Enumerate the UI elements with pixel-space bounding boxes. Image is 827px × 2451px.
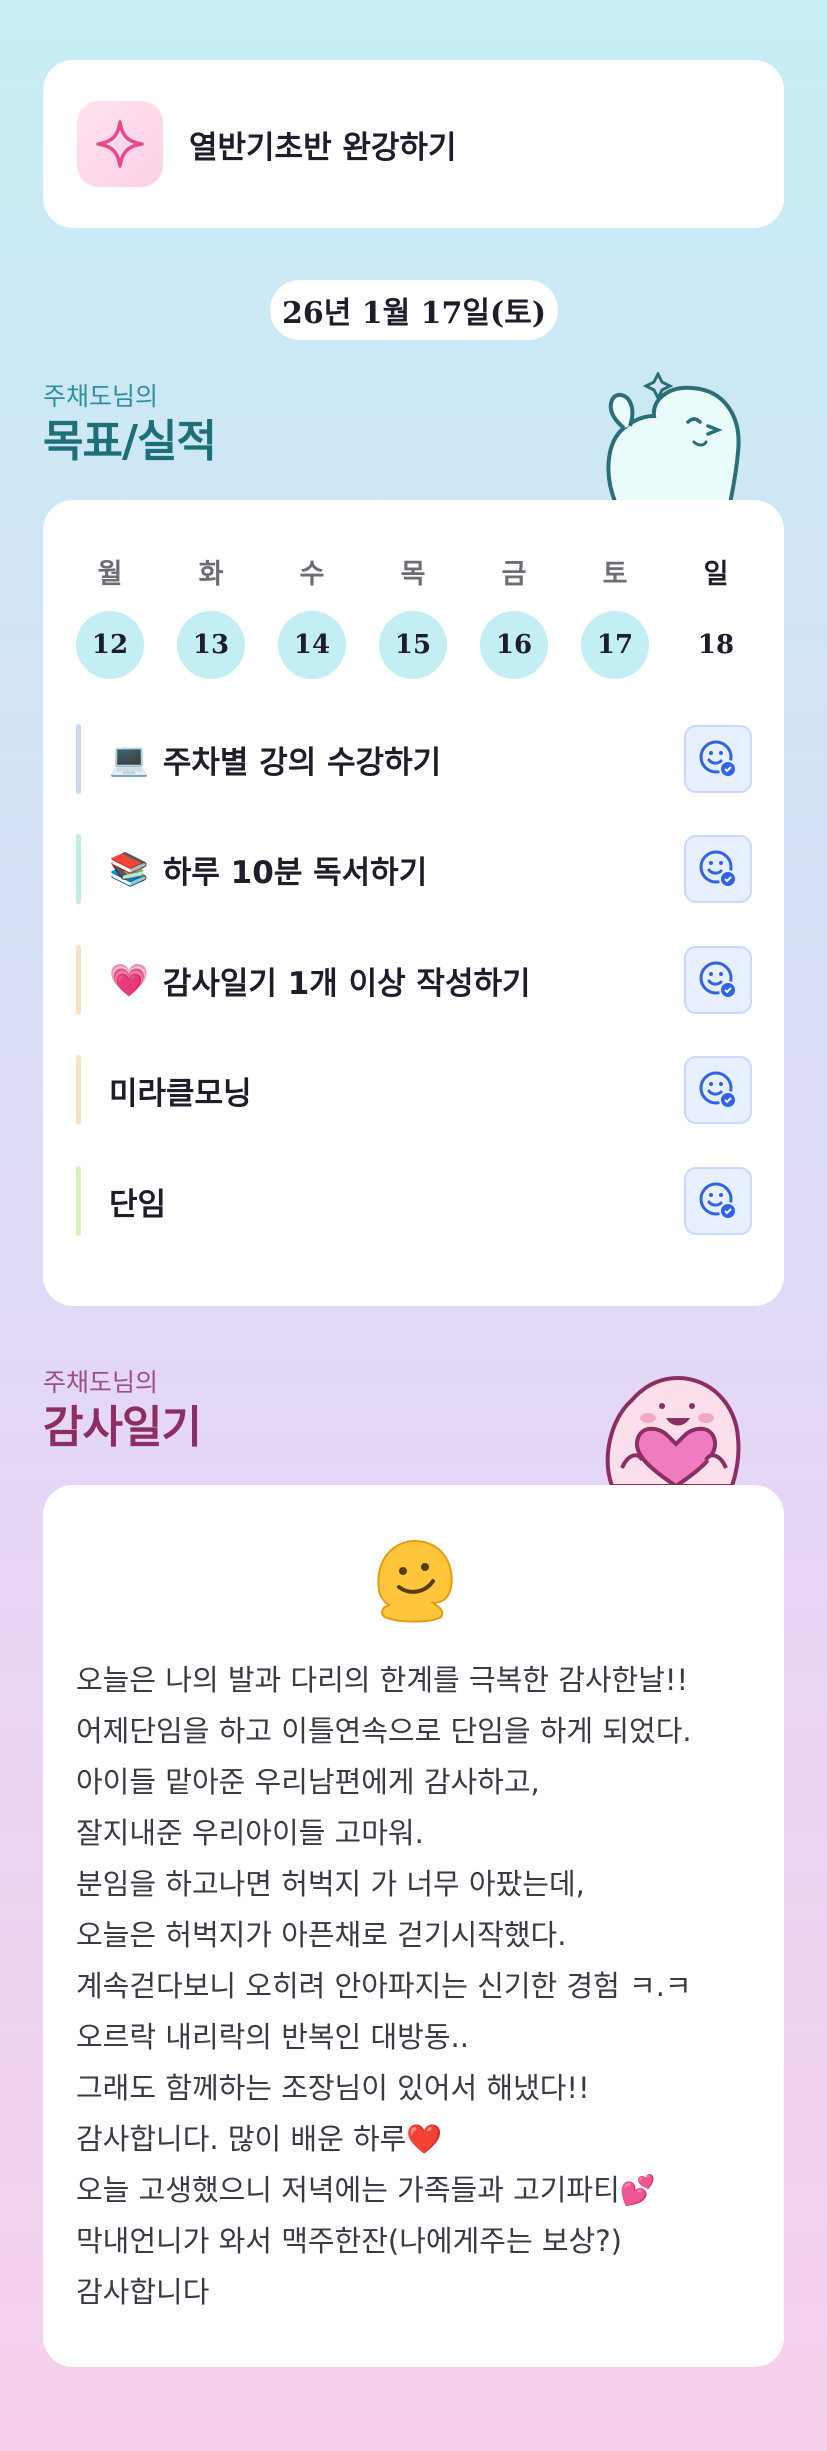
goal-bar: [76, 724, 81, 794]
weekday-label: 화: [198, 559, 224, 590]
goal-card: 열반기초반 완강하기: [43, 60, 784, 228]
gratitude-section-title: 감사일기: [43, 1402, 202, 1453]
goal-emoji: 💗: [109, 961, 149, 999]
weekday-label: 금: [501, 559, 527, 590]
date-circle[interactable]: 15: [379, 611, 447, 679]
sparkle-icon: [77, 101, 163, 187]
goal-text: 감사일기 1개 이상 작성하기: [162, 965, 531, 1002]
weekday-label: 목: [400, 559, 426, 590]
goal-text: 주차별 강의 수강하기: [162, 744, 442, 781]
goal-title: 열반기초반 완강하기: [189, 129, 457, 166]
gratitude-line: 잘지내준 우리아이들 고마워.: [76, 1816, 424, 1850]
goals-section-title: 목표/실적: [43, 416, 217, 467]
gratitude-line: 감사합니다: [76, 2275, 210, 2309]
goal-row: 미라클모닝: [76, 1055, 752, 1125]
goal-text: 하루 10분 독서하기: [162, 854, 428, 891]
goal-check-button[interactable]: [684, 1056, 752, 1124]
goal-label: 💻 주차별 강의 수강하기: [109, 724, 441, 794]
gratitude-line: 그래도 함께하는 조장님이 있어서 해냈다!!: [76, 2071, 590, 2105]
goal-bar: [76, 834, 81, 904]
mascot-pink-heart-icon: [605, 1375, 741, 1486]
gratitude-line: 계속걷다보니 오히려 안아파지는 신기한 경험 ㅋ.ㅋ: [76, 1969, 692, 2003]
gratitude-line: 오늘은 허벅지가 아픈채로 걷기시작했다.: [76, 1918, 567, 1952]
goal-emoji: 💻: [109, 740, 149, 778]
weekday-label: 일: [703, 559, 729, 590]
goal-check-button[interactable]: [684, 946, 752, 1014]
goal-emoji: 📚: [109, 850, 149, 888]
gratitude-line: 오르락 내리락의 반복인 대방동..: [76, 2020, 469, 2054]
gratitude-card: 오늘은 나의 발과 다리의 한계를 극복한 감사한날!! 어제단임을 하고 이틀…: [43, 1485, 784, 2367]
smile-badge-icon: [699, 850, 737, 888]
goal-check-button[interactable]: [684, 1167, 752, 1235]
gratitude-text: 오늘은 나의 발과 다리의 한계를 극복한 감사한날!! 어제단임을 하고 이틀…: [76, 1655, 692, 2318]
weekday-label: 월: [97, 559, 123, 590]
smile-badge-icon: [699, 1182, 737, 1220]
goal-label: 단임: [109, 1166, 166, 1236]
smile-badge-icon: [699, 740, 737, 778]
gratitude-line: 분임을 하고나면 허벅지 가 너무 아팠는데,: [76, 1867, 585, 1901]
date-pill: 26년 1월 17일(토): [270, 280, 558, 340]
gratitude-line: 오늘 고생했으니 저녁에는 가족들과 고기파티💕: [76, 2173, 656, 2207]
smile-badge-icon: [699, 1071, 737, 1109]
date-circle-today[interactable]: 18: [682, 611, 750, 679]
goal-bar: [76, 1055, 81, 1125]
date-circle[interactable]: 12: [76, 611, 144, 679]
goal-row: 💗 감사일기 1개 이상 작성하기: [76, 945, 752, 1015]
goal-label: 📚 하루 10분 독서하기: [109, 834, 427, 904]
goal-row: 💻 주차별 강의 수강하기: [76, 724, 752, 794]
gratitude-line: 막내언니가 와서 맥주한잔(나에게주는 보상?): [76, 2224, 622, 2258]
date-circle[interactable]: 16: [480, 611, 548, 679]
mascot-teal-icon: [606, 372, 741, 504]
date-circle[interactable]: 14: [278, 611, 346, 679]
goal-check-button[interactable]: [684, 725, 752, 793]
goal-label: 미라클모닝: [109, 1055, 252, 1125]
date-circle[interactable]: 17: [581, 611, 649, 679]
date-circle[interactable]: 13: [177, 611, 245, 679]
melting-face-icon: [377, 1539, 453, 1623]
goal-row: 단임: [76, 1166, 752, 1236]
goal-bar: [76, 1166, 81, 1236]
gratitude-line: 아이들 맡아준 우리남편에게 감사하고,: [76, 1765, 540, 1799]
goal-text: 미라클모닝: [109, 1075, 252, 1112]
goal-bar: [76, 945, 81, 1015]
weekday-label: 토: [602, 559, 628, 590]
goal-text: 단임: [109, 1186, 167, 1223]
goal-label: 💗 감사일기 1개 이상 작성하기: [109, 945, 531, 1015]
gratitude-line: 오늘은 나의 발과 다리의 한계를 극복한 감사한날!!: [76, 1663, 689, 1697]
gratitude-line: 감사합니다. 많이 배운 하루❤️: [76, 2122, 443, 2156]
goals-card: 월 화 수 목 금 토 일 12 13 14 15 16 17 18 💻 주차별…: [43, 500, 784, 1306]
gratitude-line: 어제단임을 하고 이틀연속으로 단임을 하게 되었다.: [76, 1714, 692, 1748]
smile-badge-icon: [699, 961, 737, 999]
goal-check-button[interactable]: [684, 835, 752, 903]
goal-row: 📚 하루 10분 독서하기: [76, 834, 752, 904]
weekday-label: 수: [299, 559, 325, 590]
